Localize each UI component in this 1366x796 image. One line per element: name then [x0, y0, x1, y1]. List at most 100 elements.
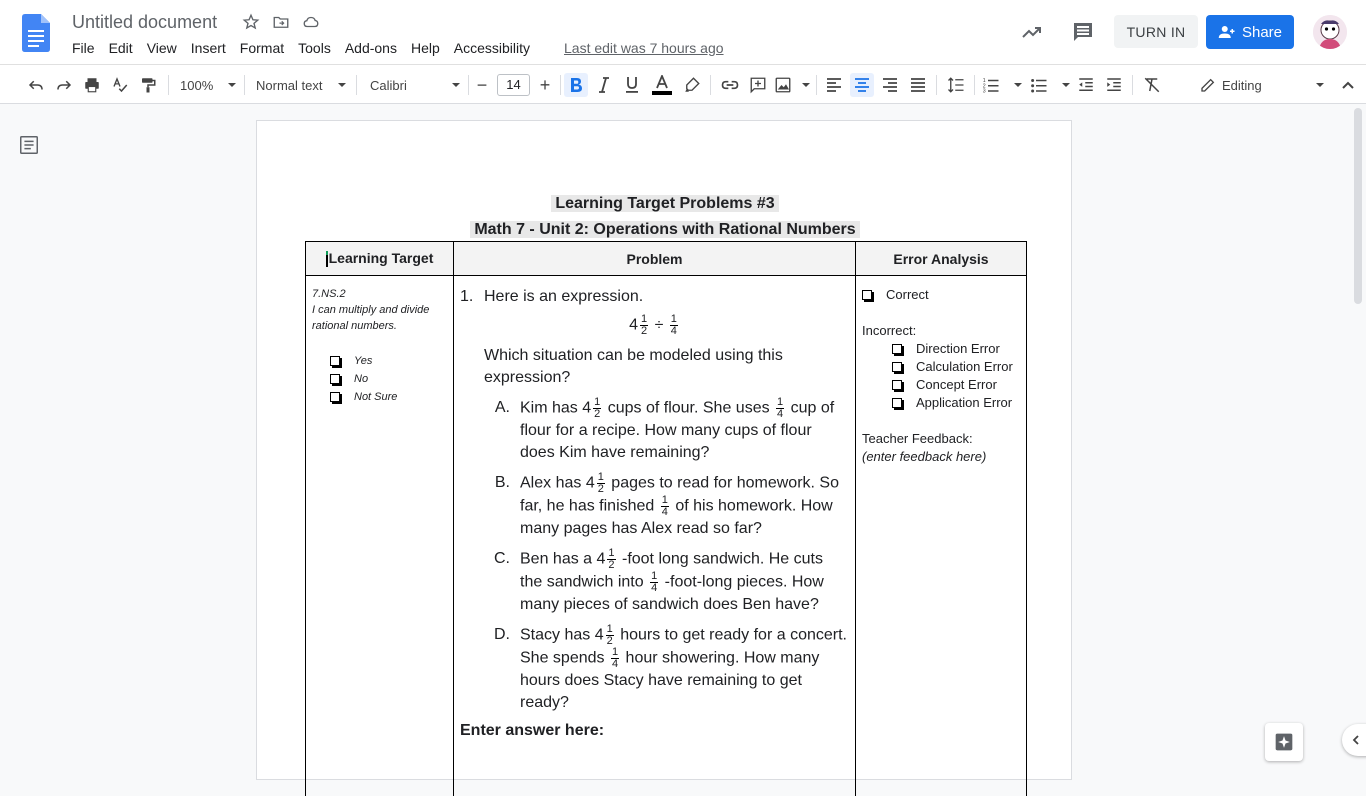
menu-format[interactable]: Format	[240, 40, 284, 58]
align-center-icon[interactable]	[850, 73, 874, 97]
vertical-scrollbar[interactable]	[1354, 108, 1362, 304]
paint-format-icon[interactable]	[136, 73, 160, 97]
document-title[interactable]: Untitled document	[72, 12, 217, 33]
incorrect-label: Incorrect:	[862, 323, 917, 338]
justify-icon[interactable]	[906, 73, 930, 97]
link-icon[interactable]	[718, 73, 742, 97]
last-edit-link[interactable]: Last edit was 7 hours ago	[564, 40, 724, 56]
app-header: Untitled document File Edit View Insert …	[0, 0, 1366, 64]
problem-number: 1.	[460, 288, 474, 305]
docs-logo-icon[interactable]	[22, 14, 50, 52]
side-panel-toggle[interactable]	[1342, 724, 1366, 756]
checkbox-concept-error[interactable]: Concept Error	[892, 376, 1020, 394]
comment-icon[interactable]	[1071, 20, 1095, 44]
checkbox-icon[interactable]	[892, 398, 902, 408]
option-c[interactable]: C. Ben has a 412 -foot long sandwich. He…	[460, 548, 849, 616]
menu-view[interactable]: View	[147, 40, 177, 58]
feedback-label: Teacher Feedback:	[862, 431, 973, 446]
menu-help[interactable]: Help	[411, 40, 440, 58]
error-analysis-cell[interactable]: Correct Incorrect: Direction Error Calcu…	[855, 275, 1027, 796]
target-description: I can multiply and divide rational numbe…	[312, 304, 430, 332]
image-icon[interactable]	[774, 73, 810, 97]
document-page[interactable]: Learning Target Problems #3 Math 7 - Uni…	[256, 120, 1073, 796]
redo-icon[interactable]	[52, 73, 76, 97]
add-comment-icon[interactable]	[746, 73, 770, 97]
line-spacing-icon[interactable]	[944, 73, 968, 97]
mode-select[interactable]: Editing	[1200, 73, 1324, 97]
problem-cell[interactable]: 1. Here is an expression. 412 ÷ 14 Which…	[453, 275, 856, 796]
undo-icon[interactable]	[24, 73, 48, 97]
menu-accessibility[interactable]: Accessibility	[454, 40, 530, 58]
spellcheck-icon[interactable]	[108, 73, 132, 97]
outline-icon[interactable]	[18, 134, 40, 156]
checkbox-correct[interactable]: Correct	[862, 286, 1020, 304]
checkbox-no[interactable]: No	[330, 370, 447, 388]
checkbox-not-sure[interactable]: Not Sure	[330, 388, 447, 406]
svg-text:3: 3	[983, 89, 986, 95]
option-a[interactable]: A. Kim has 412 cups of flour. She uses 1…	[460, 397, 849, 464]
checkbox-icon[interactable]	[330, 374, 340, 384]
option-b[interactable]: B. Alex has 412 pages to read for homewo…	[460, 472, 849, 540]
text-color-icon[interactable]	[648, 73, 676, 97]
turn-in-button[interactable]: TURN IN	[1114, 15, 1198, 48]
style-select[interactable]: Normal text	[256, 73, 346, 97]
font-size-input[interactable]: 14	[497, 74, 530, 96]
zoom-select[interactable]: 100%	[180, 73, 236, 97]
checkbox-direction-error[interactable]: Direction Error	[892, 340, 1020, 358]
header-problem: Problem	[453, 241, 856, 276]
decrease-indent-icon[interactable]	[1074, 73, 1098, 97]
menu-addons[interactable]: Add-ons	[345, 40, 397, 58]
checkbox-icon[interactable]	[330, 392, 340, 402]
chevron-down-icon	[1062, 83, 1070, 87]
align-left-icon[interactable]	[822, 73, 846, 97]
mode-value: Editing	[1222, 77, 1262, 93]
bold-icon[interactable]	[564, 73, 588, 97]
checkbox-icon[interactable]	[892, 362, 902, 372]
answer-label: Enter answer here:	[460, 722, 605, 739]
menu-insert[interactable]: Insert	[191, 40, 226, 58]
clear-formatting-icon[interactable]	[1140, 73, 1164, 97]
underline-icon[interactable]	[620, 73, 644, 97]
bulleted-list-icon[interactable]	[1030, 73, 1070, 97]
checkbox-icon[interactable]	[892, 380, 902, 390]
chevron-left-icon	[1350, 734, 1362, 746]
print-icon[interactable]	[80, 73, 104, 97]
menu-file[interactable]: File	[72, 40, 95, 58]
checkbox-yes[interactable]: Yes	[330, 352, 447, 370]
feedback-placeholder[interactable]: (enter feedback here)	[862, 448, 1020, 466]
italic-icon[interactable]	[592, 73, 616, 97]
header-learning-target: Learning Target	[305, 241, 454, 276]
move-to-folder-icon[interactable]	[272, 13, 292, 33]
checkbox-calculation-error[interactable]: Calculation Error	[892, 358, 1020, 376]
increase-font-size-button[interactable]: +	[535, 73, 555, 97]
checkbox-icon[interactable]	[330, 356, 340, 366]
font-select[interactable]: Calibri	[370, 73, 460, 97]
star-icon[interactable]	[242, 13, 262, 33]
decrease-font-size-button[interactable]: −	[472, 73, 492, 97]
collapse-icon[interactable]	[1336, 73, 1360, 97]
chevron-down-icon	[802, 83, 810, 87]
menu-edit[interactable]: Edit	[109, 40, 133, 58]
document-heading: Learning Target Problems #3 Math 7 - Uni…	[257, 191, 1073, 243]
learning-target-cell[interactable]: 7.NS.2 I can multiply and divide rationa…	[305, 275, 454, 796]
heading-line-2: Math 7 - Unit 2: Operations with Rationa…	[470, 221, 860, 238]
cloud-status-icon[interactable]	[302, 13, 322, 33]
share-label: Share	[1241, 23, 1283, 41]
trending-icon[interactable]	[1020, 20, 1044, 44]
problem-table: Learning Target Problem Error Analysis 7…	[305, 241, 1027, 796]
share-button[interactable]: Share	[1206, 15, 1294, 49]
highlight-icon[interactable]	[680, 73, 704, 97]
align-right-icon[interactable]	[878, 73, 902, 97]
option-d[interactable]: D. Stacy has 412 hours to get ready for …	[460, 624, 849, 714]
menu-tools[interactable]: Tools	[298, 40, 331, 58]
heading-line-1: Learning Target Problems #3	[551, 195, 779, 212]
checkbox-application-error[interactable]: Application Error	[892, 394, 1020, 412]
checkbox-icon[interactable]	[862, 290, 872, 300]
explore-button[interactable]	[1265, 723, 1303, 761]
avatar[interactable]	[1313, 15, 1347, 49]
checkbox-icon[interactable]	[892, 344, 902, 354]
increase-indent-icon[interactable]	[1102, 73, 1126, 97]
explore-icon	[1274, 732, 1294, 752]
numbered-list-icon[interactable]: 123	[982, 73, 1022, 97]
standard-code: 7.NS.2	[312, 288, 346, 300]
